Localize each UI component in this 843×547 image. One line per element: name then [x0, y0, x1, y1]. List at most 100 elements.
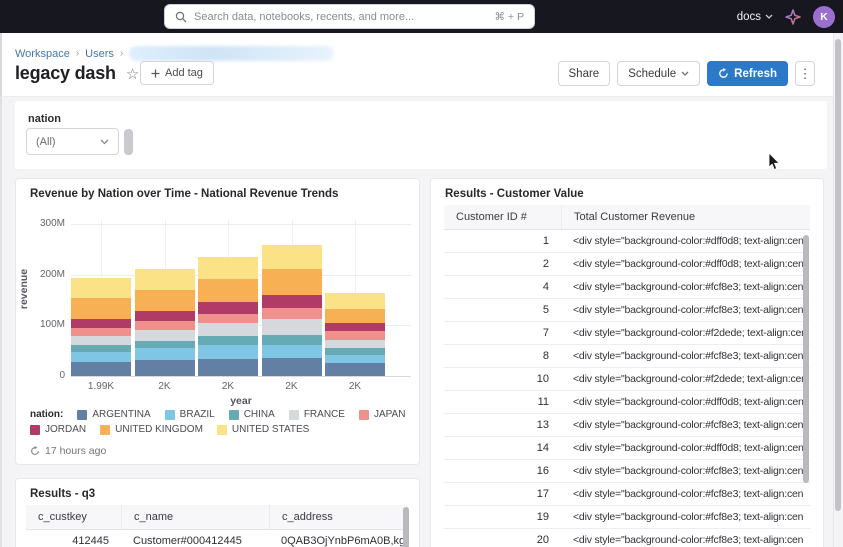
table-row: 16<div style="background-color:#fcf8e3; …	[444, 460, 810, 483]
legend-item: ARGENTINA	[77, 409, 150, 420]
star-icon[interactable]: ☆	[126, 65, 139, 83]
legend-item: FRANCE	[289, 409, 345, 420]
bar-segment-japan	[71, 328, 131, 336]
chevron-down-icon	[100, 139, 109, 145]
bar-segment-france	[71, 336, 131, 345]
sparkle-icon[interactable]	[785, 9, 801, 25]
schedule-button[interactable]: Schedule	[617, 61, 700, 86]
bar-segment-united-states	[198, 257, 258, 279]
bar-segment-united-states	[262, 245, 322, 268]
column-header: c_name	[121, 505, 269, 529]
bar-segment-japan	[135, 321, 195, 330]
bar-segment-brazil	[198, 345, 258, 360]
bar-segment-jordan	[325, 323, 385, 332]
bar-segment-united-kingdom	[135, 290, 195, 311]
table-row: 17<div style="background-color:#fcf8e3; …	[444, 483, 810, 506]
legend-swatch	[217, 425, 227, 435]
legend-swatch	[289, 410, 299, 420]
bar-segment-japan	[262, 308, 322, 319]
customer-revenue-cell: <div style="background-color:#dff0d8; te…	[561, 230, 810, 252]
legend-item: CHINA	[229, 409, 275, 420]
refresh-icon	[718, 68, 729, 79]
breadcrumb-separator: ›	[120, 48, 123, 59]
more-options-button[interactable]: ⋮	[795, 61, 815, 86]
bar-segment-argentina	[198, 359, 258, 376]
table-scrollbar[interactable]	[403, 507, 409, 547]
table-row: 8<div style="background-color:#fcf8e3; t…	[444, 345, 810, 368]
table-row: 2<div style="background-color:#dff0d8; t…	[444, 253, 810, 276]
table-row: 19<div style="background-color:#fcf8e3; …	[444, 506, 810, 529]
breadcrumb-redacted-item[interactable]	[129, 46, 334, 61]
bar-segment-china	[198, 336, 258, 345]
chart-card: Revenue by Nation over Time - National R…	[15, 178, 420, 465]
legend-label: UNITED STATES	[232, 424, 309, 435]
legend-item: UNITED KINGDOM	[100, 424, 203, 435]
y-tick-label: 100M	[19, 319, 65, 330]
bar-segment-france	[325, 340, 385, 349]
table-header-row: c_custkeyc_namec_address	[26, 505, 408, 530]
page-title: legacy dash	[15, 63, 116, 84]
legend-item: JAPAN	[359, 409, 406, 420]
user-avatar[interactable]: K	[813, 6, 835, 28]
table-row: 1<div style="background-color:#dff0d8; t…	[444, 230, 810, 253]
column-header: Total Customer Revenue	[561, 205, 810, 229]
dashboard-canvas: nation (All) Revenue by Nation over Time…	[0, 97, 843, 547]
customer-id-cell: 19	[444, 506, 561, 528]
customer-id-cell: 2	[444, 253, 561, 275]
breadcrumb-workspace[interactable]: Workspace	[15, 48, 70, 60]
refresh-label: Refresh	[734, 68, 777, 80]
customer-id-cell: 1	[444, 230, 561, 252]
refresh-button[interactable]: Refresh	[707, 61, 788, 86]
docs-menu[interactable]: docs	[737, 11, 773, 23]
bar-segment-japan	[325, 331, 385, 339]
global-search-input[interactable]: Search data, notebooks, recents, and mor…	[164, 4, 535, 29]
bar-segment-argentina	[135, 360, 195, 376]
customer-table-title: Results - Customer Value	[445, 188, 584, 200]
legend-swatch	[165, 410, 175, 420]
q3-cell: 0QAB3OjYnbP6mA0B,kgf	[269, 530, 408, 547]
customer-revenue-cell: <div style="background-color:#fcf8e3; te…	[561, 345, 810, 367]
filter-drag-handle[interactable]	[124, 129, 133, 155]
legend-swatch	[77, 410, 87, 420]
bar-segment-china	[135, 341, 195, 349]
gridline	[71, 376, 411, 377]
customer-revenue-cell: <div style="background-color:#fcf8e3; te…	[561, 414, 810, 436]
x-tick-label: 2K	[262, 381, 322, 392]
bar-segment-united-states	[71, 278, 131, 297]
customer-id-cell: 17	[444, 483, 561, 505]
legend-item: BRAZIL	[165, 409, 215, 420]
bar-segment-brazil	[262, 345, 322, 358]
bar-segment-france	[135, 330, 195, 340]
legend-swatch	[359, 410, 369, 420]
filter-label: nation	[28, 113, 61, 125]
search-shortcut: ⌘ + P	[495, 11, 524, 23]
bar-segment-jordan	[262, 295, 322, 308]
breadcrumb: Workspace › Users ›	[15, 46, 334, 61]
filter-card: nation (All)	[15, 101, 827, 169]
page-scrollbar-thumb[interactable]	[835, 39, 841, 511]
add-tag-button[interactable]: Add tag	[140, 61, 214, 85]
share-button[interactable]: Share	[558, 61, 611, 86]
bar-segment-united-kingdom	[262, 269, 322, 295]
stacked-bar	[135, 269, 195, 376]
table-scrollbar[interactable]	[803, 235, 809, 483]
customer-revenue-cell: <div style="background-color:#dff0d8; te…	[561, 253, 810, 275]
x-tick-label: 1.99K	[71, 381, 131, 392]
breadcrumb-users[interactable]: Users	[85, 48, 114, 60]
table-row: 13<div style="background-color:#fcf8e3; …	[444, 414, 810, 437]
x-tick-label: 2K	[325, 381, 385, 392]
legend-swatch	[30, 425, 40, 435]
bar-segment-argentina	[325, 363, 385, 376]
x-tick-label: 2K	[135, 381, 195, 392]
bar-segment-france	[262, 319, 322, 335]
page-scrollbar-track	[833, 33, 843, 547]
schedule-label: Schedule	[628, 68, 676, 80]
customer-revenue-cell: <div style="background-color:#fcf8e3; te…	[561, 483, 810, 505]
top-bar: Search data, notebooks, recents, and mor…	[0, 0, 843, 33]
chevron-down-icon	[681, 71, 689, 76]
bar-segment-united-states	[135, 269, 195, 290]
nation-filter-select[interactable]: (All)	[26, 128, 119, 155]
customer-id-cell: 7	[444, 322, 561, 344]
search-placeholder: Search data, notebooks, recents, and mor…	[194, 11, 488, 23]
bar-segment-china	[71, 345, 131, 352]
